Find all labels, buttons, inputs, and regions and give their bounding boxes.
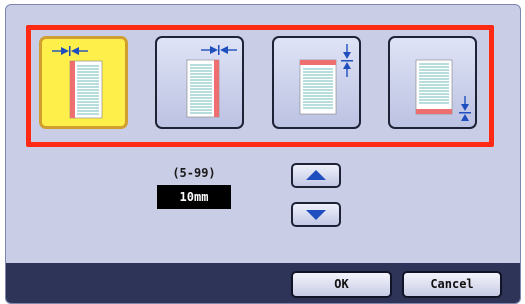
left-binding-selected-icon xyxy=(52,46,103,119)
margin-value-display: 10mm xyxy=(157,185,231,209)
cancel-button[interactable]: Cancel xyxy=(402,271,502,298)
right-binding-icon xyxy=(186,45,237,118)
margin-settings-panel: (5-99) 10mm OK Cancel xyxy=(5,4,521,304)
triangle-up-icon xyxy=(306,170,326,180)
binding-option-left-selected[interactable] xyxy=(39,36,128,129)
binding-option-top[interactable] xyxy=(272,36,361,129)
binding-option-right[interactable] xyxy=(155,36,244,129)
increase-button[interactable] xyxy=(291,163,341,188)
ok-button[interactable]: OK xyxy=(291,271,392,298)
margin-range-label: (5-99) xyxy=(172,166,216,180)
triangle-down-icon xyxy=(306,210,326,220)
top-binding-icon xyxy=(299,44,353,115)
binding-option-bottom[interactable] xyxy=(388,36,477,129)
decrease-button[interactable] xyxy=(291,202,341,227)
bottom-binding-icon xyxy=(415,59,471,121)
